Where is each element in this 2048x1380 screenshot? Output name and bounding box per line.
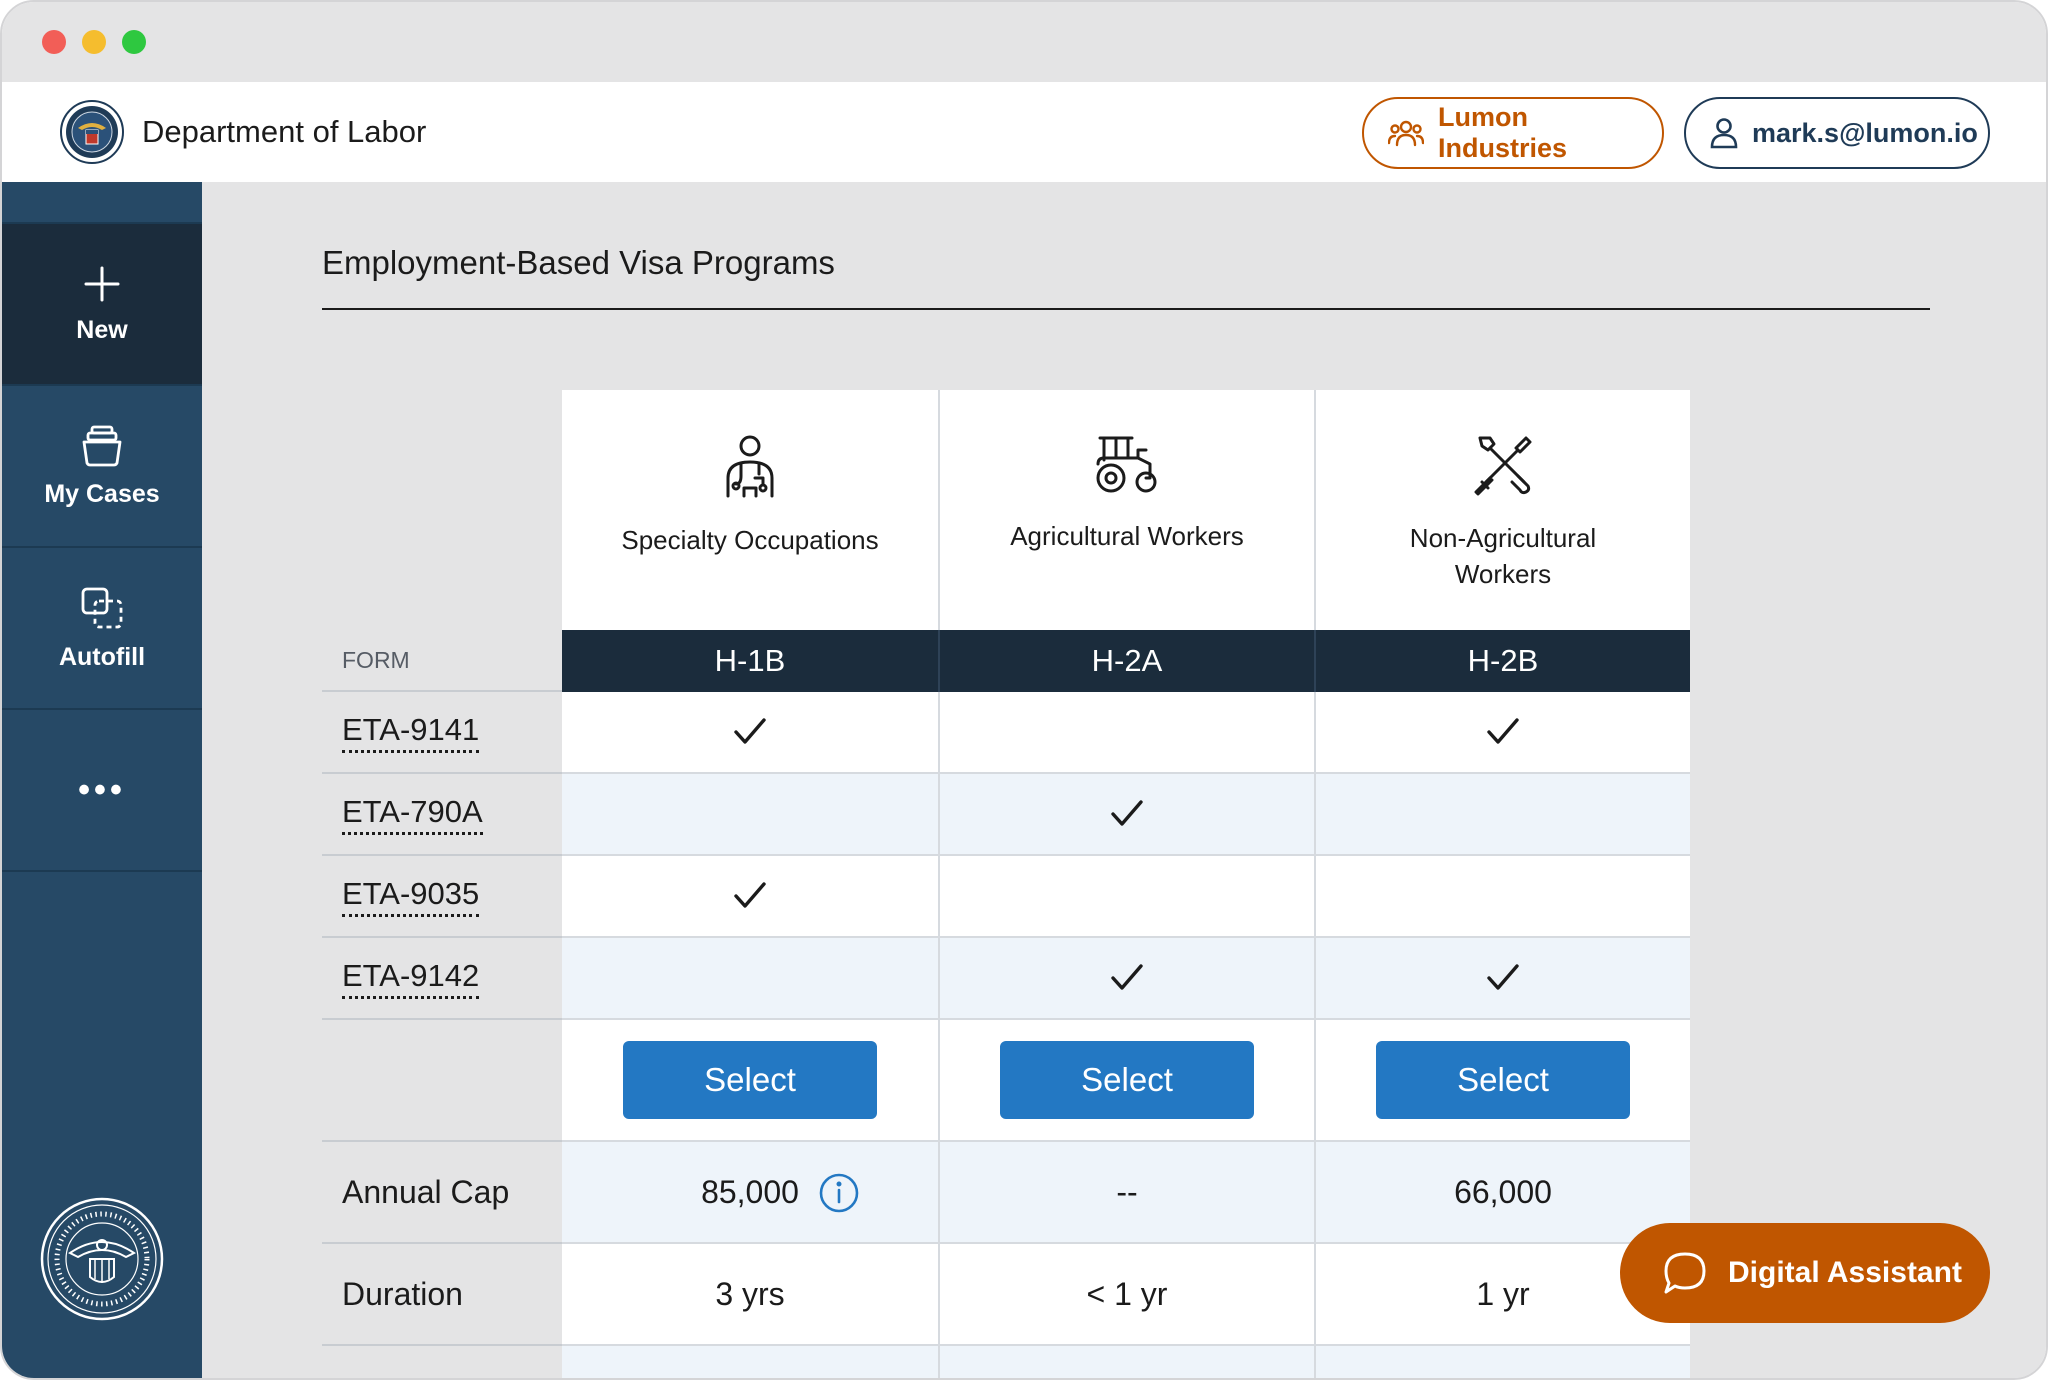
window-close-button[interactable] xyxy=(42,30,66,54)
app-window: Department of Labor Lumon Industries mar… xyxy=(0,0,2048,1380)
window-maximize-button[interactable] xyxy=(122,30,146,54)
check-cell xyxy=(1314,938,1690,1020)
users-icon xyxy=(1388,120,1424,147)
department-title: Department of Labor xyxy=(142,114,427,149)
column-header-h2a: Agricultural Workers xyxy=(938,390,1314,630)
form-name-link[interactable]: ETA-9142 xyxy=(342,958,480,999)
user-email: mark.s@lumon.io xyxy=(1752,117,1978,148)
visa-program-name: Specialty Occupations xyxy=(621,525,879,555)
duration-value: < 1 yr xyxy=(938,1244,1314,1346)
form-name-link[interactable]: ETA-9141 xyxy=(342,712,480,753)
table-row xyxy=(322,1346,1692,1378)
check-cell xyxy=(1314,856,1690,938)
user-account-button[interactable]: mark.s@lumon.io xyxy=(1684,97,1990,169)
checkmark-icon xyxy=(1111,800,1143,826)
checkmark-icon xyxy=(1487,718,1519,744)
sidebar-item-label: New xyxy=(76,315,128,344)
check-cell xyxy=(938,856,1314,938)
check-cell xyxy=(562,692,938,774)
table-row: ETA-790A xyxy=(322,774,1692,856)
cases-icon xyxy=(82,425,122,466)
chat-bubble-icon xyxy=(1664,1252,1706,1294)
sidebar-item-label: Autofill xyxy=(58,642,146,671)
annual-cap-value: -- xyxy=(938,1142,1314,1244)
stat-label: Duration xyxy=(322,1244,562,1346)
duration-value: 3 yrs xyxy=(562,1244,938,1346)
select-h2a-button[interactable]: Select xyxy=(1000,1041,1254,1119)
visa-code-h2a: H-2A xyxy=(938,630,1314,692)
check-cell xyxy=(562,938,938,1020)
check-cell xyxy=(1314,774,1690,856)
select-h1b-button[interactable]: Select xyxy=(623,1041,877,1119)
dol-seal-icon xyxy=(60,100,124,164)
more-icon: ••• xyxy=(78,771,126,809)
table-header-row: Specialty Occupations Agricultural Worke… xyxy=(322,390,1692,630)
sidebar: New My Cases Autofill ••• xyxy=(2,182,202,1378)
visa-code-h2b: H-2B xyxy=(1314,630,1690,692)
visa-comparison-table: Specialty Occupations Agricultural Worke… xyxy=(322,390,1692,1378)
select-button-row: Select Select Select xyxy=(322,1020,1692,1142)
department-seal-icon xyxy=(40,1197,164,1321)
page-title: Employment-Based Visa Programs xyxy=(322,244,835,281)
table-row: ETA-9035 xyxy=(322,856,1692,938)
visa-program-name: Agricultural Workers xyxy=(1010,521,1244,551)
checkmark-icon xyxy=(734,718,766,744)
check-cell xyxy=(938,938,1314,1020)
check-cell xyxy=(938,692,1314,774)
title-divider xyxy=(322,308,1930,310)
main-content: Employment-Based Visa Programs Specialty… xyxy=(202,182,2046,1378)
form-column-header: FORM xyxy=(322,630,562,692)
select-h2b-button[interactable]: Select xyxy=(1376,1041,1630,1119)
plus-icon xyxy=(84,266,120,301)
digital-assistant-button[interactable]: Digital Assistant xyxy=(1620,1223,1990,1323)
organization-button[interactable]: Lumon Industries xyxy=(1362,97,1664,169)
window-minimize-button[interactable] xyxy=(82,30,106,54)
tractor-icon xyxy=(1096,436,1157,493)
form-name-link[interactable]: ETA-790A xyxy=(342,794,483,835)
check-cell xyxy=(938,774,1314,856)
stat-label: Annual Cap xyxy=(322,1142,562,1244)
digital-assistant-label: Digital Assistant xyxy=(1728,1256,1962,1289)
sidebar-item-autofill[interactable]: Autofill xyxy=(2,548,202,710)
sidebar-item-label: My Cases xyxy=(44,479,160,508)
check-cell xyxy=(1314,692,1690,774)
checkmark-icon xyxy=(1487,964,1519,990)
window-titlebar xyxy=(2,2,2046,82)
autofill-icon xyxy=(81,587,123,628)
tools-icon xyxy=(1474,436,1532,496)
visa-program-name: Non-Agricultural Workers xyxy=(1409,523,1597,589)
visa-code-h1b: H-1B xyxy=(562,630,938,692)
sidebar-item-new[interactable]: New xyxy=(2,224,202,386)
table-row: ETA-9141 xyxy=(322,692,1692,774)
info-icon[interactable] xyxy=(818,1172,860,1214)
annual-cap-row: Annual Cap 85,000 -- 66,000 xyxy=(322,1142,1692,1244)
column-header-h1b: Specialty Occupations xyxy=(562,390,938,630)
check-cell xyxy=(562,774,938,856)
duration-row: Duration 3 yrs < 1 yr 1 yr xyxy=(322,1244,1692,1346)
annual-cap-value: 66,000 xyxy=(1314,1142,1690,1244)
worker-icon xyxy=(726,435,774,498)
form-code-row: FORM H-1B H-2A H-2B xyxy=(322,630,1692,692)
form-name-link[interactable]: ETA-9035 xyxy=(342,876,480,917)
check-cell xyxy=(562,856,938,938)
annual-cap-value: 85,000 xyxy=(701,1173,799,1210)
user-icon xyxy=(1710,118,1738,149)
checkmark-icon xyxy=(1111,964,1143,990)
organization-label: Lumon Industries xyxy=(1438,102,1568,163)
checkmark-icon xyxy=(734,882,766,908)
app-header: Department of Labor Lumon Industries mar… xyxy=(2,82,2046,182)
column-header-h2b: Non-Agricultural Workers xyxy=(1314,390,1690,630)
sidebar-item-more[interactable]: ••• xyxy=(2,710,202,872)
table-row: ETA-9142 xyxy=(322,938,1692,1020)
sidebar-item-my-cases[interactable]: My Cases xyxy=(2,386,202,548)
